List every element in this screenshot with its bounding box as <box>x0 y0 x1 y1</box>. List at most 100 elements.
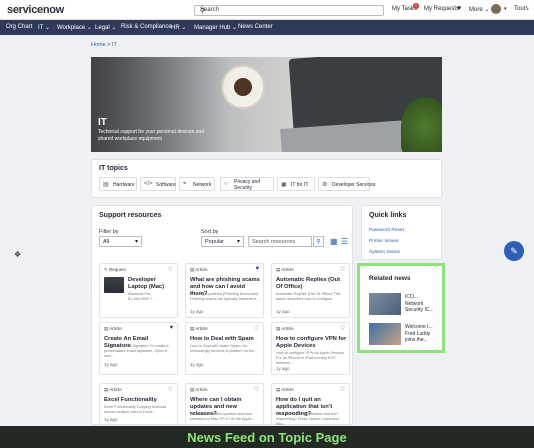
news-thumbnail[interactable] <box>369 293 401 315</box>
card-desc: How do I quit an application that isn't … <box>276 412 340 426</box>
nav-item-it[interactable]: IT ⌄ <box>38 24 50 31</box>
nav-item-workplace[interactable]: Workplace ⌄ <box>57 24 92 31</box>
accessibility-icon[interactable]: ❖ <box>14 250 21 259</box>
chevron-down-icon[interactable]: ▾ <box>504 6 507 12</box>
card-desc: Phishing explained (Phishing Encounter) … <box>190 292 259 301</box>
plant-image <box>401 97 442 152</box>
search-placeholder: Search resources <box>252 239 296 245</box>
topic-developer-services[interactable]: ⚙ Developer Services <box>318 177 375 191</box>
search-icon[interactable]: ⚲ <box>313 236 324 247</box>
nav-item-hr[interactable]: HR ⌄ <box>171 24 186 31</box>
related-news-title: Related news <box>369 275 411 282</box>
heart-outline-icon[interactable]: ♡ <box>340 386 345 393</box>
card-type-label: Article <box>195 267 208 272</box>
card-type-label: Article <box>281 267 294 272</box>
card-desc: Excel Functionality Copying formulas acr… <box>104 405 167 414</box>
support-title: Support resources <box>99 212 162 219</box>
list-view-icon[interactable]: ☰ <box>341 237 348 246</box>
nav-item-risk-compliance[interactable]: Risk & Compliance <box>121 24 172 30</box>
heart-outline-icon[interactable]: ♡ <box>340 325 345 332</box>
tours-link[interactable]: Tours <box>514 6 529 12</box>
lock-icon: ○ <box>224 181 228 187</box>
resource-card[interactable]: ✎ Request ♡ Developer Laptop (Mac) Macbo… <box>99 263 178 318</box>
topic-network[interactable]: ⌖ Network <box>179 177 215 191</box>
resource-card[interactable]: ▤ Article ♥ What are phishing scams and … <box>185 263 264 318</box>
card-age: 1y ago <box>104 362 118 367</box>
laptop-icon: ▤ <box>103 182 109 188</box>
heart-outline-icon[interactable]: ♡ <box>168 266 173 273</box>
card-age: 1y ago <box>276 309 290 314</box>
heart-outline-icon[interactable]: ♡ <box>168 386 173 393</box>
topic-software[interactable]: </> Software <box>140 177 176 191</box>
grid-view-icon[interactable]: ▦ <box>330 237 338 246</box>
breadcrumb-home[interactable]: Home <box>91 42 106 48</box>
article-type: ▤ Article <box>276 387 294 392</box>
resource-search-input[interactable]: Search resources <box>248 236 312 247</box>
heart-outline-icon[interactable]: ♡ <box>254 325 259 332</box>
quick-link-password-reset[interactable]: Password Reset <box>369 228 404 233</box>
more-menu[interactable]: More ⌄ <box>469 6 489 13</box>
quick-link-system-status[interactable]: System Status <box>369 250 400 255</box>
news-item-title[interactable]: ICO... Network Security IC... <box>405 294 437 314</box>
topic-hardware[interactable]: ▤ Hardware <box>99 177 137 191</box>
request-type: ✎ Request <box>104 267 126 272</box>
servicenow-logo[interactable]: servicenow <box>7 4 64 16</box>
top-bar: servicenow Search ⚲ My Tasks 0 My Reques… <box>0 0 534 20</box>
nav-item-org-chart[interactable]: Org Chart <box>6 24 32 30</box>
chevron-down-icon: ▾ <box>134 239 138 245</box>
card-type-label: Request <box>109 267 126 272</box>
news-item-title[interactable]: Welcome t... Fred Luddy joins the... <box>405 324 437 344</box>
sort-select[interactable]: Popular ▾ <box>201 236 244 247</box>
breadcrumb-separator: > <box>107 42 111 48</box>
topic-label: Privacy and Security <box>234 179 261 191</box>
nav-item-manager-hub[interactable]: Manager Hub ⌄ <box>194 24 237 31</box>
chat-icon[interactable]: ✎ <box>504 241 524 261</box>
heart-icon[interactable]: ♥ <box>457 5 461 12</box>
card-age: 1y ago <box>190 309 204 314</box>
avatar[interactable] <box>491 4 501 14</box>
resource-card[interactable]: ▤ Article ♡ Automatic Replies (Out Of Of… <box>271 263 350 318</box>
card-title: How to Deal with Spam <box>190 336 254 342</box>
article-type: ▤ Article <box>276 267 294 272</box>
nav-item-news-center[interactable]: News Center <box>238 24 273 30</box>
heart-filled-icon[interactable]: ♥ <box>169 325 173 331</box>
topic-privacy-security[interactable]: ○ Privacy and Security <box>220 177 274 191</box>
chevron-down-icon: ▾ <box>236 239 240 245</box>
tasks-count-badge: 0 <box>413 3 419 9</box>
resource-card[interactable]: ▤ Article ♥ Create An Email Signature Cr… <box>99 322 178 375</box>
laptop-thumbnail <box>104 277 124 293</box>
resource-card[interactable]: ▤ Article ♡ Where can I obtain updates a… <box>185 383 264 425</box>
heart-filled-icon[interactable]: ♥ <box>255 266 259 272</box>
heart-outline-icon[interactable]: ♡ <box>340 266 345 273</box>
main-nav: Org Chart IT ⌄ Workplace ⌄ Legal ⌄ Risk … <box>0 20 534 35</box>
card-title: How to configure VPN for Apple Devices <box>276 336 347 349</box>
card-type-label: Article <box>281 326 294 331</box>
article-type: ▤ Article <box>104 387 122 392</box>
card-age: 1y ago <box>276 366 290 371</box>
news-thumbnail[interactable] <box>369 323 401 345</box>
filter-label: Filter by <box>99 229 119 235</box>
heart-outline-icon[interactable]: ♡ <box>254 386 259 393</box>
card-title: Developer Laptop (Mac) <box>128 277 165 290</box>
resource-card[interactable]: ▤ Article ♡ How do I quit an application… <box>271 383 350 426</box>
article-type: ▤ Article <box>104 326 122 331</box>
sort-value: Popular <box>205 239 224 245</box>
topics-title: IT topics <box>99 165 128 172</box>
network-icon: ⌖ <box>183 181 187 187</box>
nav-item-legal[interactable]: Legal ⌄ <box>95 24 116 31</box>
quick-link-printer-issues[interactable]: Printer Issues <box>369 239 398 244</box>
global-search-input[interactable]: Search ⚲ <box>194 5 384 16</box>
card-age: 1y ago <box>190 362 204 367</box>
filter-select[interactable]: All ▾ <box>99 236 142 247</box>
caption-bar: News Feed on Topic Page <box>0 426 534 448</box>
gear-icon: ⚙ <box>322 182 328 188</box>
card-desc: Where can I obtain updates and new relea… <box>190 412 255 421</box>
resource-card[interactable]: ▤ Article ♡ How to configure VPN for App… <box>271 322 350 375</box>
topic-it-for-it[interactable]: ▣ IT for IT <box>277 177 315 191</box>
search-icon[interactable]: ⚲ <box>200 7 380 15</box>
topic-label: Developer Services <box>332 182 376 188</box>
resource-card[interactable]: ▤ Article ♡ How to Deal with Spam How to… <box>185 322 264 375</box>
my-requests-link[interactable]: My Requests <box>424 6 459 12</box>
resource-card[interactable]: ▤ Article ♡ Excel Functionality Excel Fu… <box>99 383 178 425</box>
article-type: ▤ Article <box>276 326 294 331</box>
